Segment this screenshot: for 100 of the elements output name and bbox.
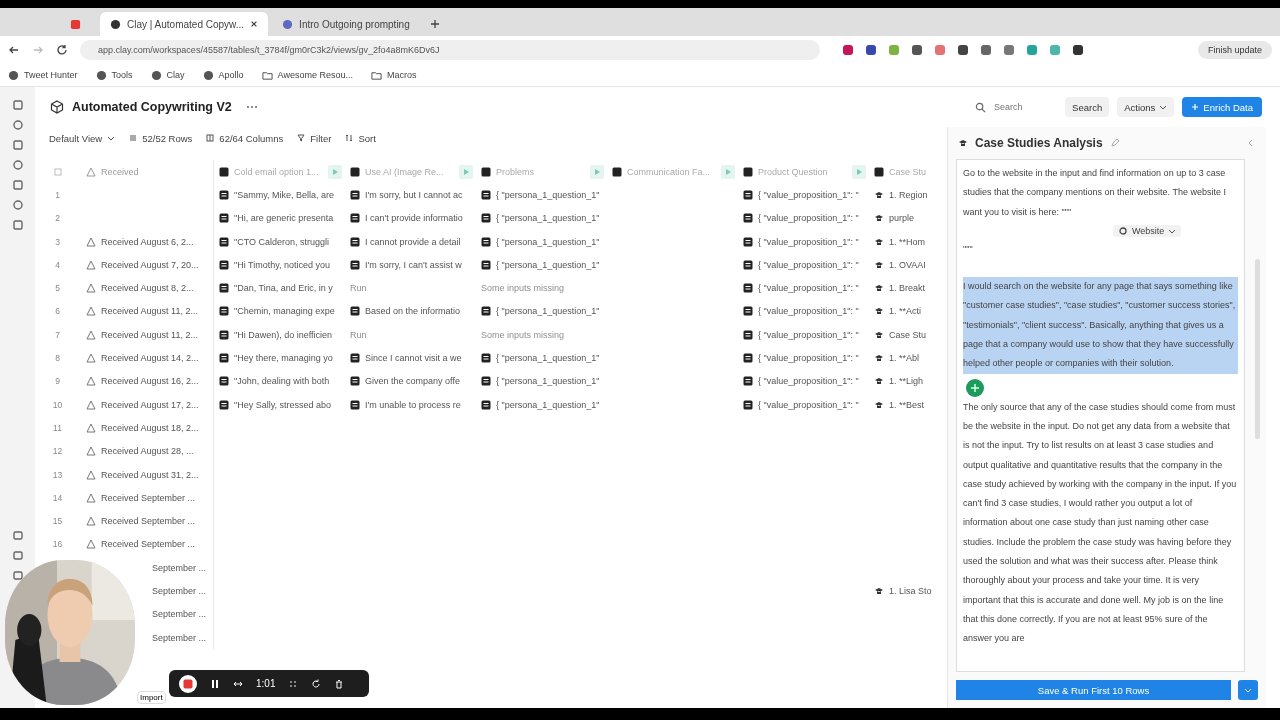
result-icon xyxy=(350,213,360,224)
back-icon[interactable] xyxy=(8,44,20,56)
table-cell: { "persona_1_question_1" xyxy=(496,189,600,200)
table-cell: 1. OVAAI xyxy=(889,259,926,270)
sidebar-icon[interactable] xyxy=(11,569,24,581)
plus-icon xyxy=(1191,103,1200,111)
row-number: 1 xyxy=(55,189,60,200)
table-cell: 1. Lisa Sto xyxy=(889,586,932,596)
close-icon[interactable] xyxy=(250,20,259,28)
table-cell: 1. **Acti xyxy=(889,306,921,317)
grid-icon[interactable] xyxy=(288,678,299,689)
status-icon xyxy=(86,492,96,503)
column-type-icon xyxy=(874,166,884,177)
search-icon xyxy=(975,101,987,113)
actions-dropdown[interactable]: Actions xyxy=(1117,97,1175,117)
result-icon xyxy=(743,283,753,294)
search-button[interactable]: Search xyxy=(1065,97,1110,117)
browser-tab[interactable]: Intro Outgoing prompting xyxy=(272,12,420,36)
folder-icon xyxy=(370,69,382,81)
bookmark[interactable]: Tools xyxy=(95,69,133,81)
result-icon xyxy=(743,259,753,270)
hat-icon xyxy=(958,138,968,148)
table-title: Automated Copywriting V2 xyxy=(72,100,232,114)
table-cell: Received September ... xyxy=(101,516,196,527)
table-cell: Case Stu xyxy=(889,329,927,340)
result-icon xyxy=(219,353,229,363)
trash-icon[interactable] xyxy=(334,678,345,689)
result-icon xyxy=(743,353,753,363)
enrich-data-button[interactable]: Enrich Data xyxy=(1182,97,1262,117)
hat-icon xyxy=(874,236,884,247)
stop-icon[interactable] xyxy=(179,674,197,693)
extension-icon[interactable] xyxy=(842,44,854,56)
bookmark[interactable]: Tweet Hunter xyxy=(8,69,78,81)
update-button[interactable]: Finish update xyxy=(1197,41,1272,59)
result-icon xyxy=(481,399,491,410)
row-number: 12 xyxy=(52,446,63,457)
sidebar-icon[interactable] xyxy=(11,119,24,131)
checkbox-icon[interactable] xyxy=(53,167,62,176)
extension-icon[interactable] xyxy=(980,44,992,56)
extension-icon[interactable] xyxy=(1072,44,1084,56)
prompt-text: Go to the website in the input and find information on up to 3 case studies that the company mentions on their website. The website I want you to visit is here: """ xyxy=(963,167,1227,219)
table-cell: "Sammy, Mike, Bella, are xyxy=(234,189,335,200)
table-cell: { "persona_1_question_1" xyxy=(496,306,600,317)
row-number: 4 xyxy=(55,259,60,270)
more-icon[interactable] xyxy=(245,105,258,109)
browser-tab[interactable]: Clay | Automated Copyw... xyxy=(100,12,269,36)
save-run-button[interactable]: Save & Run First 10 Rows xyxy=(956,680,1231,700)
result-icon xyxy=(219,236,229,247)
sidebar-icon[interactable] xyxy=(11,179,24,191)
rows-button[interactable]: 52/52 Rows xyxy=(129,132,193,144)
columns-button[interactable]: 62/64 Columns xyxy=(206,132,284,144)
search-field[interactable]: Search xyxy=(992,101,1057,113)
table-cell: { "value_proposition_1": " xyxy=(758,399,859,410)
table-cell: Received August 18, 2... xyxy=(101,422,199,433)
table-cell: "Hi Timothy, noticed you xyxy=(234,259,331,270)
variable-chip[interactable]: Website xyxy=(1113,224,1182,237)
bookmark[interactable]: Apollo xyxy=(202,69,244,81)
status-icon xyxy=(86,516,96,527)
import-button[interactable]: Import xyxy=(137,690,166,704)
pause-icon[interactable] xyxy=(210,678,220,689)
extension-icon[interactable] xyxy=(911,44,923,56)
table-cell: { "value_proposition_1": " xyxy=(758,329,859,340)
row-number: 15 xyxy=(52,516,63,527)
new-tab-icon[interactable] xyxy=(429,19,440,29)
row-number: 7 xyxy=(55,329,60,340)
sidebar-icon[interactable] xyxy=(11,549,24,561)
panel-title: Case Studies Analysis xyxy=(975,136,1103,150)
bookmark[interactable]: Macros xyxy=(370,69,417,81)
hat-icon xyxy=(874,189,884,200)
table-cell: September ... xyxy=(152,586,207,596)
table-cell: { "value_proposition_1": " xyxy=(758,189,859,200)
more-options-button[interactable] xyxy=(1238,680,1258,700)
bookmark[interactable]: Clay xyxy=(150,69,185,81)
row-number: 14 xyxy=(52,492,63,503)
table-cell: purple xyxy=(889,213,915,224)
sidebar-icon[interactable] xyxy=(11,199,24,211)
sidebar-icon[interactable] xyxy=(11,219,24,231)
status-icon xyxy=(86,259,96,270)
table-cell: Received August 17, 2... xyxy=(101,399,199,410)
reload-icon[interactable] xyxy=(56,44,68,56)
table-cell: { "persona_1_question_1" xyxy=(496,353,600,363)
favicon-icon xyxy=(70,18,81,30)
sidebar-icon[interactable] xyxy=(11,139,24,151)
view-dropdown[interactable]: Default View xyxy=(49,132,116,144)
bookmark[interactable]: Awesome Resou... xyxy=(261,69,353,81)
sidebar-icon[interactable] xyxy=(11,159,24,171)
filter-button[interactable]: Filter xyxy=(297,132,332,144)
table-cell: { "value_proposition_1": " xyxy=(758,353,859,363)
column-type-icon xyxy=(612,166,622,177)
table-cell: Run xyxy=(350,283,367,294)
sidebar-icon[interactable] xyxy=(11,99,24,111)
sort-button[interactable]: Sort xyxy=(345,132,376,144)
sidebar-icon[interactable] xyxy=(11,529,24,541)
extension-icon[interactable] xyxy=(957,44,969,56)
result-icon xyxy=(743,213,753,224)
restart-icon[interactable] xyxy=(311,678,322,689)
prompt-field[interactable] xyxy=(956,159,1260,672)
extension-icon[interactable] xyxy=(865,44,877,56)
table-cell: 1. Region xyxy=(889,189,928,200)
address-bar[interactable]: app.clay.com/workspaces/45587/tables/t_3784f/gm0rC3k2/views/gv_2fo4a8mK6Dv6J xyxy=(80,40,820,60)
